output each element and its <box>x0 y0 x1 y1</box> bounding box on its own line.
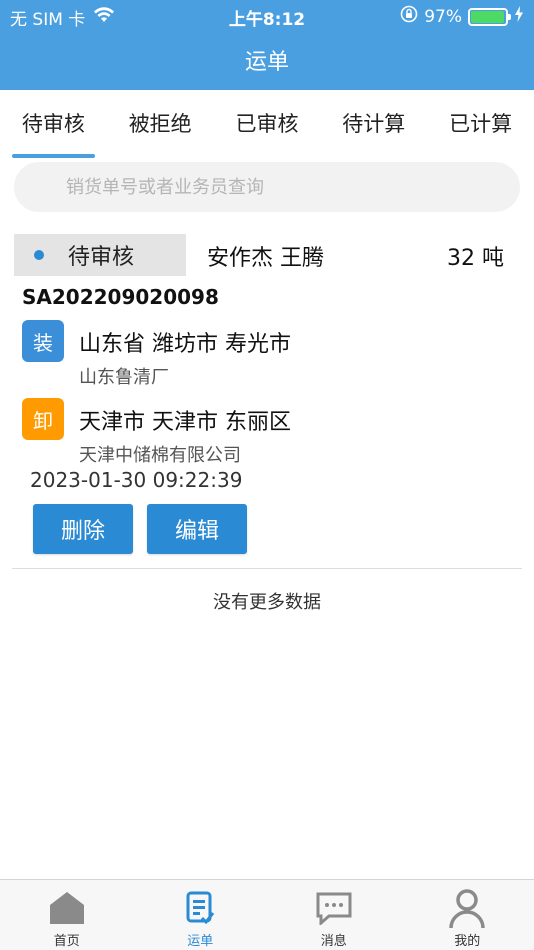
status-right: 97% <box>400 5 524 28</box>
nav-messages-label: 消息 <box>320 934 347 949</box>
status-badge: 待审核 <box>14 234 186 276</box>
delete-button[interactable]: 删除 <box>33 504 133 554</box>
waybill-icon <box>180 888 220 928</box>
status-dot-icon <box>34 250 44 260</box>
profile-icon <box>447 888 487 928</box>
load-address: 山东省 潍坊市 寿光市 <box>79 332 291 357</box>
status-text: 待审核 <box>68 245 135 270</box>
top-bar: 无 SIM 卡 上午8:12 97% 运单 <box>0 0 534 90</box>
unload-address: 天津市 天津市 东丽区 <box>79 410 291 435</box>
tab-rejected[interactable]: 被拒绝 <box>123 108 198 138</box>
battery-percent: 97% <box>424 6 462 27</box>
search-input[interactable] <box>14 162 520 212</box>
nav-messages[interactable]: 消息 <box>267 880 401 950</box>
tab-reviewed[interactable]: 已审核 <box>229 108 304 138</box>
salesperson-names: 安作杰 王腾 <box>207 246 324 271</box>
edit-button[interactable]: 编辑 <box>147 504 247 554</box>
order-datetime: 2023-01-30 09:22:39 <box>30 468 243 492</box>
order-number: SA202209020098 <box>22 285 219 309</box>
unload-badge: 卸 <box>22 398 64 440</box>
message-icon <box>314 888 354 928</box>
unload-company: 天津中储棉有限公司 <box>79 445 241 466</box>
load-company: 山东鲁清厂 <box>79 367 169 388</box>
no-more-data-text: 没有更多数据 <box>213 592 321 613</box>
weight-value: 32 吨 <box>447 246 504 271</box>
home-icon <box>47 888 87 928</box>
nav-profile[interactable]: 我的 <box>401 880 534 950</box>
nav-home-label: 首页 <box>53 934 80 949</box>
nav-waybill-label: 运单 <box>187 934 214 949</box>
nav-profile-label: 我的 <box>454 934 481 949</box>
tab-pending-review[interactable]: 待审核 <box>11 108 95 158</box>
page-title: 运单 <box>244 50 289 75</box>
status-tabs: 待审核 被拒绝 已审核 待计算 已计算 <box>0 90 534 158</box>
divider <box>12 568 522 569</box>
tab-calculated[interactable]: 已计算 <box>443 108 518 138</box>
battery-icon <box>468 7 511 26</box>
load-badge: 装 <box>22 320 64 362</box>
status-bar: 无 SIM 卡 上午8:12 97% <box>0 0 534 32</box>
bottom-nav: 首页 运单 消息 我的 <box>0 879 534 950</box>
nav-waybill[interactable]: 运单 <box>134 880 268 950</box>
nav-home[interactable]: 首页 <box>0 880 134 950</box>
tab-pending-calc[interactable]: 待计算 <box>336 108 411 138</box>
charging-icon <box>514 6 524 27</box>
orientation-lock-icon <box>400 5 418 28</box>
battery-fill <box>471 10 504 23</box>
